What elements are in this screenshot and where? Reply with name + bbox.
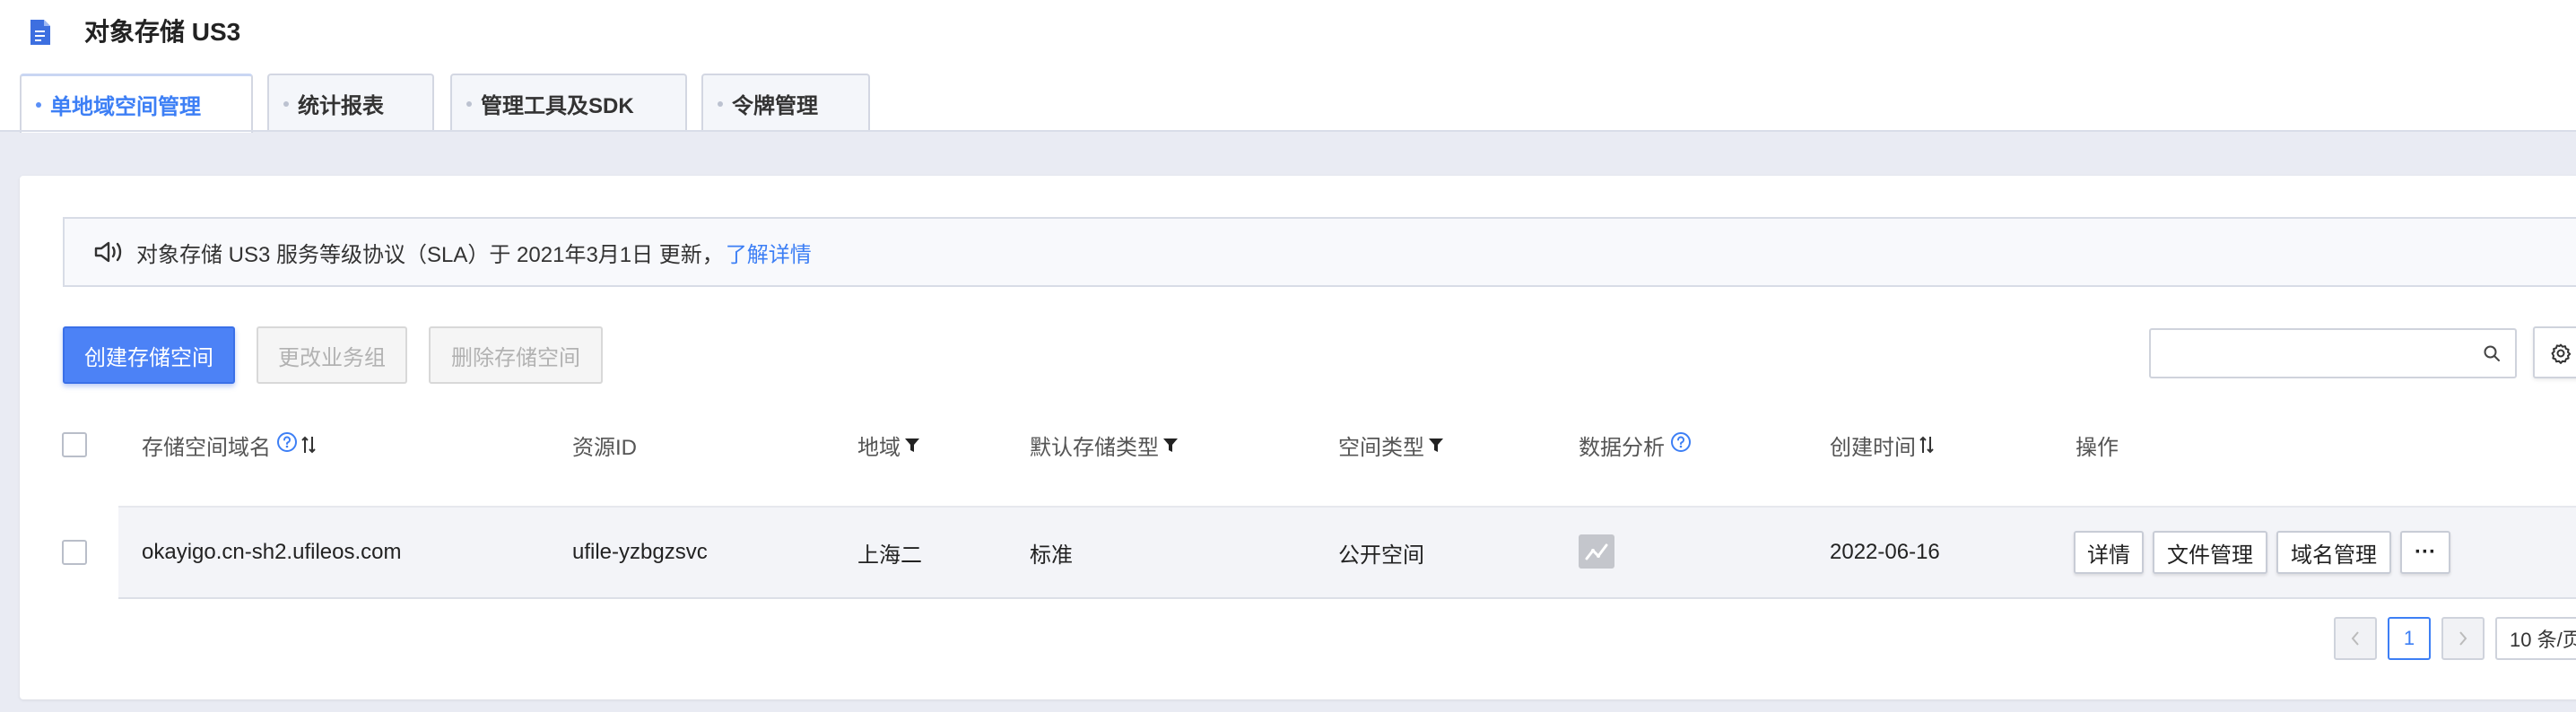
domain-manage-button[interactable]: 域名管理 [2276, 531, 2391, 574]
prev-page-button[interactable] [2334, 617, 2377, 660]
column-header-domain[interactable]: 存储空间域名 [142, 427, 316, 463]
help-icon[interactable] [1670, 431, 1692, 453]
filter-icon[interactable] [1162, 436, 1179, 454]
tabs-divider [0, 130, 2576, 132]
cell-space-type: 公开空间 [1338, 543, 1424, 568]
sla-notice: 对象存储 US3 服务等级协议（SLA）于 2021年3月1日 更新， 了解详情 [63, 217, 2576, 287]
details-button[interactable]: 详情 [2074, 531, 2144, 574]
settings-button[interactable] [2533, 326, 2576, 378]
tab-dot [466, 101, 472, 107]
column-header-actions: 操作 [2076, 427, 2119, 463]
notice-text: 对象存储 US3 服务等级协议（SLA）于 2021年3月1日 更新， [136, 242, 724, 267]
row-checkbox[interactable] [62, 540, 87, 565]
tab-dot [718, 101, 723, 107]
tab-statistics[interactable]: 统计报表 [267, 74, 434, 131]
document-icon [30, 20, 50, 45]
chart-icon [1585, 543, 1608, 560]
search-box[interactable] [2149, 328, 2517, 378]
search-icon[interactable] [2483, 344, 2501, 362]
column-header-resource-id: 资源ID [572, 427, 637, 463]
column-label: 数据分析 [1579, 435, 1665, 460]
search-input[interactable] [2162, 330, 2467, 375]
delete-bucket-button[interactable]: 删除存储空间 [429, 326, 603, 384]
tab-label: 令牌管理 [732, 93, 818, 118]
learn-more-link[interactable]: 了解详情 [726, 237, 812, 268]
help-icon[interactable] [276, 431, 298, 453]
tab-label: 管理工具及SDK [481, 93, 634, 118]
more-actions-button[interactable]: ··· [2400, 531, 2450, 574]
tab-label: 统计报表 [298, 93, 384, 118]
speaker-icon [94, 241, 122, 263]
sort-icon[interactable] [1919, 435, 1934, 455]
column-header-storage-type[interactable]: 默认存储类型 [1030, 427, 1179, 463]
header-bar: 对象存储 US3 单地域空间管理 统计报表 管理工具及SDK 令牌管理 [0, 0, 2576, 133]
select-all-checkbox[interactable] [62, 432, 87, 457]
column-label: 地域 [857, 435, 901, 460]
column-header-space-type[interactable]: 空间类型 [1338, 427, 1444, 463]
next-page-button[interactable] [2441, 617, 2485, 660]
column-label: 默认存储类型 [1030, 435, 1159, 460]
page-title: 对象存储 US3 [84, 18, 241, 46]
chevron-right-icon [2459, 631, 2467, 646]
tab-tools-sdk[interactable]: 管理工具及SDK [450, 74, 687, 131]
cell-resource-id: ufile-yzbgzsvc [572, 540, 708, 564]
page-size-select[interactable]: 10 条/页 [2495, 617, 2576, 660]
file-manage-button[interactable]: 文件管理 [2153, 531, 2267, 574]
sort-icon[interactable] [301, 435, 316, 455]
tab-label: 单地域空间管理 [50, 95, 201, 119]
analysis-chart-icon[interactable] [1579, 534, 1614, 569]
column-header-analysis: 数据分析 [1579, 427, 1692, 463]
column-header-region[interactable]: 地域 [857, 427, 920, 463]
change-group-button[interactable]: 更改业务组 [257, 326, 407, 384]
cell-created: 2022-06-16 [1830, 540, 1940, 564]
tab-dot [283, 101, 289, 107]
cell-region: 上海二 [857, 543, 922, 568]
tab-dot [36, 102, 41, 108]
tab-token[interactable]: 令牌管理 [701, 74, 870, 131]
gear-icon [2551, 343, 2572, 364]
page-number-button[interactable]: 1 [2388, 617, 2431, 660]
chevron-left-icon [2351, 631, 2359, 646]
bucket-list-card: 对象存储 US3 服务等级协议（SLA）于 2021年3月1日 更新， 了解详情… [20, 176, 2576, 699]
tab-single-region[interactable]: 单地域空间管理 [20, 74, 253, 133]
column-label: 资源ID [572, 435, 637, 460]
column-header-created[interactable]: 创建时间 [1830, 427, 1934, 463]
cell-storage-type: 标准 [1030, 543, 1073, 568]
column-label: 空间类型 [1338, 435, 1424, 460]
column-label: 创建时间 [1830, 435, 1916, 460]
filter-icon[interactable] [904, 436, 920, 454]
column-label: 存储空间域名 [142, 435, 271, 460]
cell-domain: okayigo.cn-sh2.ufileos.com [142, 540, 402, 564]
column-label: 操作 [2076, 435, 2119, 460]
filter-icon[interactable] [1428, 436, 1444, 454]
create-bucket-button[interactable]: 创建存储空间 [63, 326, 235, 384]
